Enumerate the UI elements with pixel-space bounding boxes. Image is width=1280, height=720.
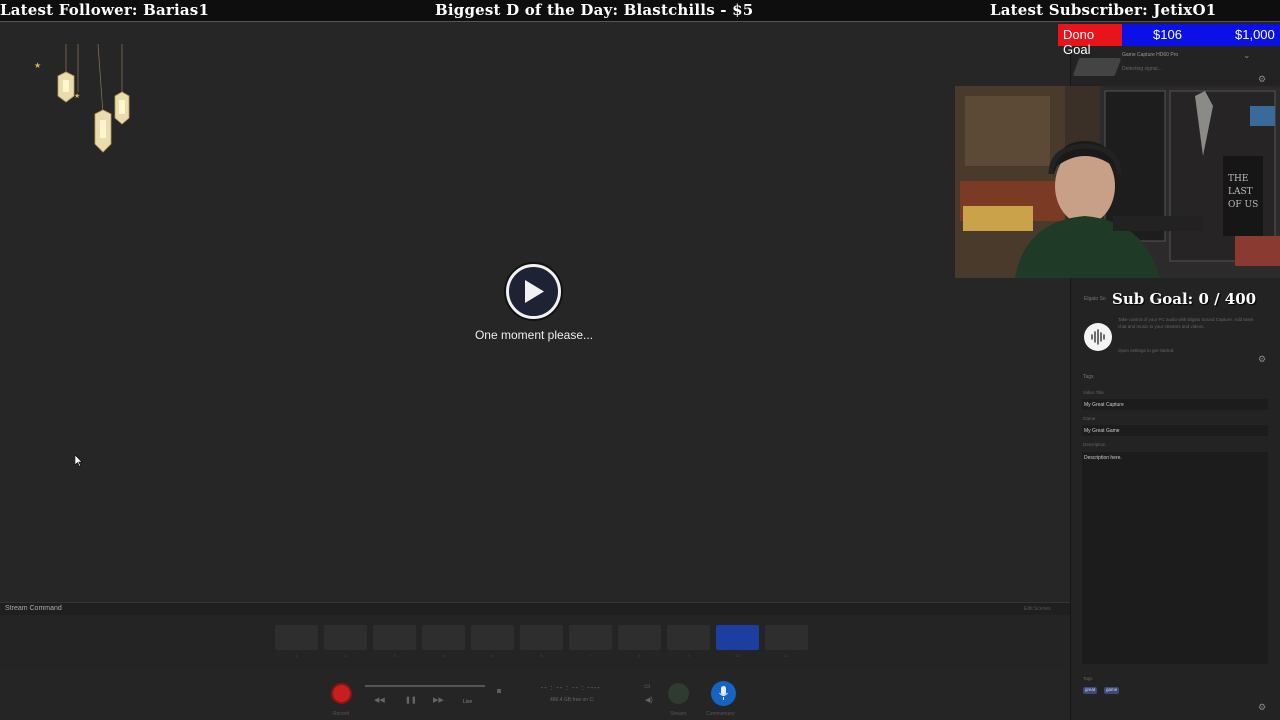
description-label: Description (1083, 442, 1106, 447)
capture-card-thumbnail (1072, 58, 1122, 76)
scene-list: 1 2 3 4 5 6 7 8 9 10 11 (0, 615, 1070, 668)
scene-thumbnail[interactable]: 8 (618, 625, 661, 658)
scene-thumbnail[interactable]: 4 (422, 625, 465, 658)
scene-thumbnail[interactable]: 3 (373, 625, 416, 658)
game-label: Game (1083, 416, 1096, 421)
tag-chip[interactable]: great (1083, 687, 1098, 694)
device-status: Detecting signal... (1122, 66, 1162, 72)
scene-number: 3 (393, 653, 396, 658)
scene-number: 4 (442, 653, 445, 658)
pause-icon[interactable]: ❚❚ (405, 696, 417, 704)
edit-scenes-button[interactable]: Edit Scenes (1024, 606, 1051, 612)
video-title-label: Video Title (1083, 390, 1104, 395)
live-button[interactable]: Live (463, 699, 472, 705)
dono-goal-bar: Dono Goal $106 $1,000 (1058, 24, 1280, 57)
scene-number: 10 (735, 653, 740, 658)
volume-icon[interactable]: ◀) (645, 696, 653, 704)
monitor-icon[interactable]: ▭ (644, 682, 651, 690)
dono-goal-label: Dono Goal (1058, 24, 1122, 57)
latest-follower: Latest Follower: Barias1 (0, 1, 210, 19)
description-field[interactable]: Description here. (1082, 452, 1268, 664)
scene-number: 5 (491, 653, 494, 658)
gear-icon[interactable]: ⚙ (1258, 74, 1266, 85)
webcam-feed: THE LAST OF US (955, 86, 1280, 278)
capture-device-card[interactable]: Game Capture HD60 Pro Detecting signal..… (1072, 48, 1272, 84)
scene-number: 8 (638, 653, 641, 658)
loading-message: One moment please... (474, 328, 594, 342)
svg-text:THE: THE (1228, 174, 1248, 184)
stream-command-title[interactable]: Stream Command (5, 605, 62, 612)
dono-goal-current: $106 (1153, 27, 1182, 42)
scene-thumbnail[interactable]: 9 (667, 625, 710, 658)
svg-text:OF US: OF US (1228, 200, 1258, 210)
sound-panel-title: Elgato So (1084, 296, 1106, 302)
timeline-scrubber[interactable] (365, 685, 485, 687)
svg-text:★: ★ (34, 61, 41, 70)
tags-footer-label: Tags (1083, 676, 1093, 681)
stream-command-bar: Stream Command Edit Scenes (0, 602, 1070, 615)
fast-forward-icon[interactable]: ▶▶ (433, 696, 444, 704)
mouse-cursor-icon (74, 454, 83, 472)
play-button[interactable] (506, 264, 561, 319)
tags-heading: Tags (1083, 374, 1094, 380)
sound-wave-icon (1084, 323, 1112, 351)
microphone-icon (719, 686, 728, 700)
scene-number: 6 (540, 653, 543, 658)
scene-number: 1 (295, 653, 298, 658)
scene-thumbnail[interactable]: 10 (716, 625, 759, 658)
game-field[interactable]: My Great Game (1082, 425, 1268, 436)
sound-panel-description: Take control of your PC audio with Elgat… (1118, 317, 1254, 329)
gear-icon[interactable]: ⚙ (1258, 354, 1266, 365)
scene-number: 9 (687, 653, 690, 658)
scene-number: 7 (589, 653, 592, 658)
record-label: Record (333, 711, 350, 717)
stream-button[interactable] (668, 683, 689, 704)
chevron-down-icon[interactable]: ⌄ (1243, 50, 1251, 61)
screenshot-icon[interactable]: ◙ (497, 688, 501, 695)
scene-thumbnail[interactable]: 1 (275, 625, 318, 658)
record-button[interactable] (331, 683, 352, 704)
stream-label: Stream (670, 711, 687, 717)
control-bar: Record ◀◀ ❚❚ ▶▶ Live ◙ -- : -- : -- : --… (0, 668, 1070, 720)
biggest-donation: Biggest D of the Day: Blastchills - $5 (435, 1, 754, 19)
gear-icon[interactable]: ⚙ (1258, 702, 1266, 713)
scene-thumbnail[interactable]: 2 (324, 625, 367, 658)
storage-info: 486.4 GB free on C: (550, 697, 595, 703)
lantern-decoration: ★ ★ (28, 43, 138, 174)
svg-text:LAST: LAST (1228, 187, 1253, 197)
rewind-icon[interactable]: ◀◀ (374, 696, 385, 704)
sound-panel-hint[interactable]: Open settings to get started. (1118, 348, 1175, 353)
scene-thumbnail[interactable]: 5 (471, 625, 514, 658)
svg-text:★: ★ (74, 92, 80, 100)
scene-thumbnail[interactable]: 6 (520, 625, 563, 658)
device-name: Game Capture HD60 Pro (1122, 52, 1179, 58)
description-text: Description here. (1084, 455, 1122, 461)
scene-number: 11 (784, 653, 789, 658)
overlay-top-bar: Latest Follower: Barias1 Biggest D of th… (0, 0, 1280, 22)
latest-subscriber: Latest Subscriber: JetixO1 (990, 1, 1217, 19)
tag-chip[interactable]: game (1104, 687, 1120, 694)
scene-number: 2 (344, 653, 347, 658)
scene-thumbnail[interactable]: 7 (569, 625, 612, 658)
stream-preview: ★ ★ One moment please... (0, 22, 1070, 602)
play-icon (525, 280, 544, 303)
video-title-field[interactable]: My Great Capture (1082, 399, 1268, 410)
sub-goal: Sub Goal: 0 / 400 (1112, 290, 1257, 308)
dono-goal-target: $1,000 (1235, 27, 1275, 42)
commentary-label: Commentary (706, 711, 735, 717)
scene-thumbnail[interactable]: 11 (765, 625, 808, 658)
commentary-button[interactable] (711, 681, 736, 706)
timecode: -- : -- : -- : ---- (541, 685, 601, 692)
